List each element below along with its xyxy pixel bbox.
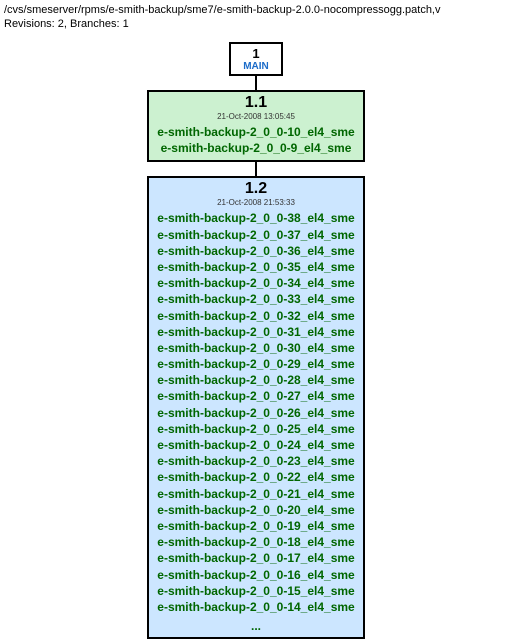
revision-tag: e-smith-backup-2_0_0-35_el4_sme bbox=[157, 259, 354, 275]
revision-tag: e-smith-backup-2_0_0-10_el4_sme bbox=[157, 124, 354, 140]
revision-tag: e-smith-backup-2_0_0-17_el4_sme bbox=[157, 550, 354, 566]
revision-tag: e-smith-backup-2_0_0-32_el4_sme bbox=[157, 308, 354, 324]
revision-tag: e-smith-backup-2_0_0-19_el4_sme bbox=[157, 518, 354, 534]
revision-box-1.1[interactable]: 1.1 21-Oct-2008 13:05:45 e-smith-backup-… bbox=[147, 90, 364, 162]
revision-version: 1.2 bbox=[149, 178, 362, 198]
revision-tag: e-smith-backup-2_0_0-22_el4_sme bbox=[157, 469, 354, 485]
revision-tag: e-smith-backup-2_0_0-34_el4_sme bbox=[157, 275, 354, 291]
file-path: /cvs/smeserver/rpms/e-smith-backup/sme7/… bbox=[4, 4, 508, 16]
revision-tag: e-smith-backup-2_0_0-21_el4_sme bbox=[157, 486, 354, 502]
revision-date: 21-Oct-2008 21:53:33 bbox=[149, 198, 362, 210]
revision-tag: e-smith-backup-2_0_0-20_el4_sme bbox=[157, 502, 354, 518]
revision-tag: e-smith-backup-2_0_0-37_el4_sme bbox=[157, 227, 354, 243]
ellipsis-icon: ... bbox=[149, 619, 362, 637]
connector-line bbox=[255, 76, 257, 90]
revision-tag: e-smith-backup-2_0_0-15_el4_sme bbox=[157, 583, 354, 599]
revision-tag: e-smith-backup-2_0_0-29_el4_sme bbox=[157, 356, 354, 372]
revision-tag: e-smith-backup-2_0_0-26_el4_sme bbox=[157, 405, 354, 421]
revision-tag: e-smith-backup-2_0_0-24_el4_sme bbox=[157, 437, 354, 453]
revision-tag: e-smith-backup-2_0_0-38_el4_sme bbox=[157, 210, 354, 226]
revision-date: 21-Oct-2008 13:05:45 bbox=[149, 112, 362, 124]
revision-tag: e-smith-backup-2_0_0-18_el4_sme bbox=[157, 534, 354, 550]
revision-tag: e-smith-backup-2_0_0-16_el4_sme bbox=[157, 567, 354, 583]
revision-tag: e-smith-backup-2_0_0-27_el4_sme bbox=[157, 388, 354, 404]
revisions-summary: Revisions: 2, Branches: 1 bbox=[4, 18, 508, 30]
revision-graph: 1 MAIN 1.1 21-Oct-2008 13:05:45 e-smith-… bbox=[4, 42, 508, 639]
revision-tag: e-smith-backup-2_0_0-28_el4_sme bbox=[157, 372, 354, 388]
revision-tag: e-smith-backup-2_0_0-31_el4_sme bbox=[157, 324, 354, 340]
revision-tags-list: e-smith-backup-2_0_0-10_el4_smee-smith-b… bbox=[149, 124, 362, 160]
revision-tag: e-smith-backup-2_0_0-23_el4_sme bbox=[157, 453, 354, 469]
revision-tag: e-smith-backup-2_0_0-33_el4_sme bbox=[157, 291, 354, 307]
revision-tag: e-smith-backup-2_0_0-9_el4_sme bbox=[157, 140, 354, 156]
revision-tags-list: e-smith-backup-2_0_0-38_el4_smee-smith-b… bbox=[149, 210, 362, 619]
revision-tag: e-smith-backup-2_0_0-36_el4_sme bbox=[157, 243, 354, 259]
revision-version: 1.1 bbox=[149, 92, 362, 112]
main-branch-number: 1 bbox=[243, 46, 269, 61]
revision-tag: e-smith-backup-2_0_0-30_el4_sme bbox=[157, 340, 354, 356]
revision-tag: e-smith-backup-2_0_0-25_el4_sme bbox=[157, 421, 354, 437]
revision-tag: e-smith-backup-2_0_0-14_el4_sme bbox=[157, 599, 354, 615]
main-branch-box[interactable]: 1 MAIN bbox=[229, 42, 283, 76]
connector-line bbox=[255, 162, 257, 176]
revision-box-1.2[interactable]: 1.2 21-Oct-2008 21:53:33 e-smith-backup-… bbox=[147, 176, 364, 639]
main-branch-label: MAIN bbox=[243, 61, 269, 72]
